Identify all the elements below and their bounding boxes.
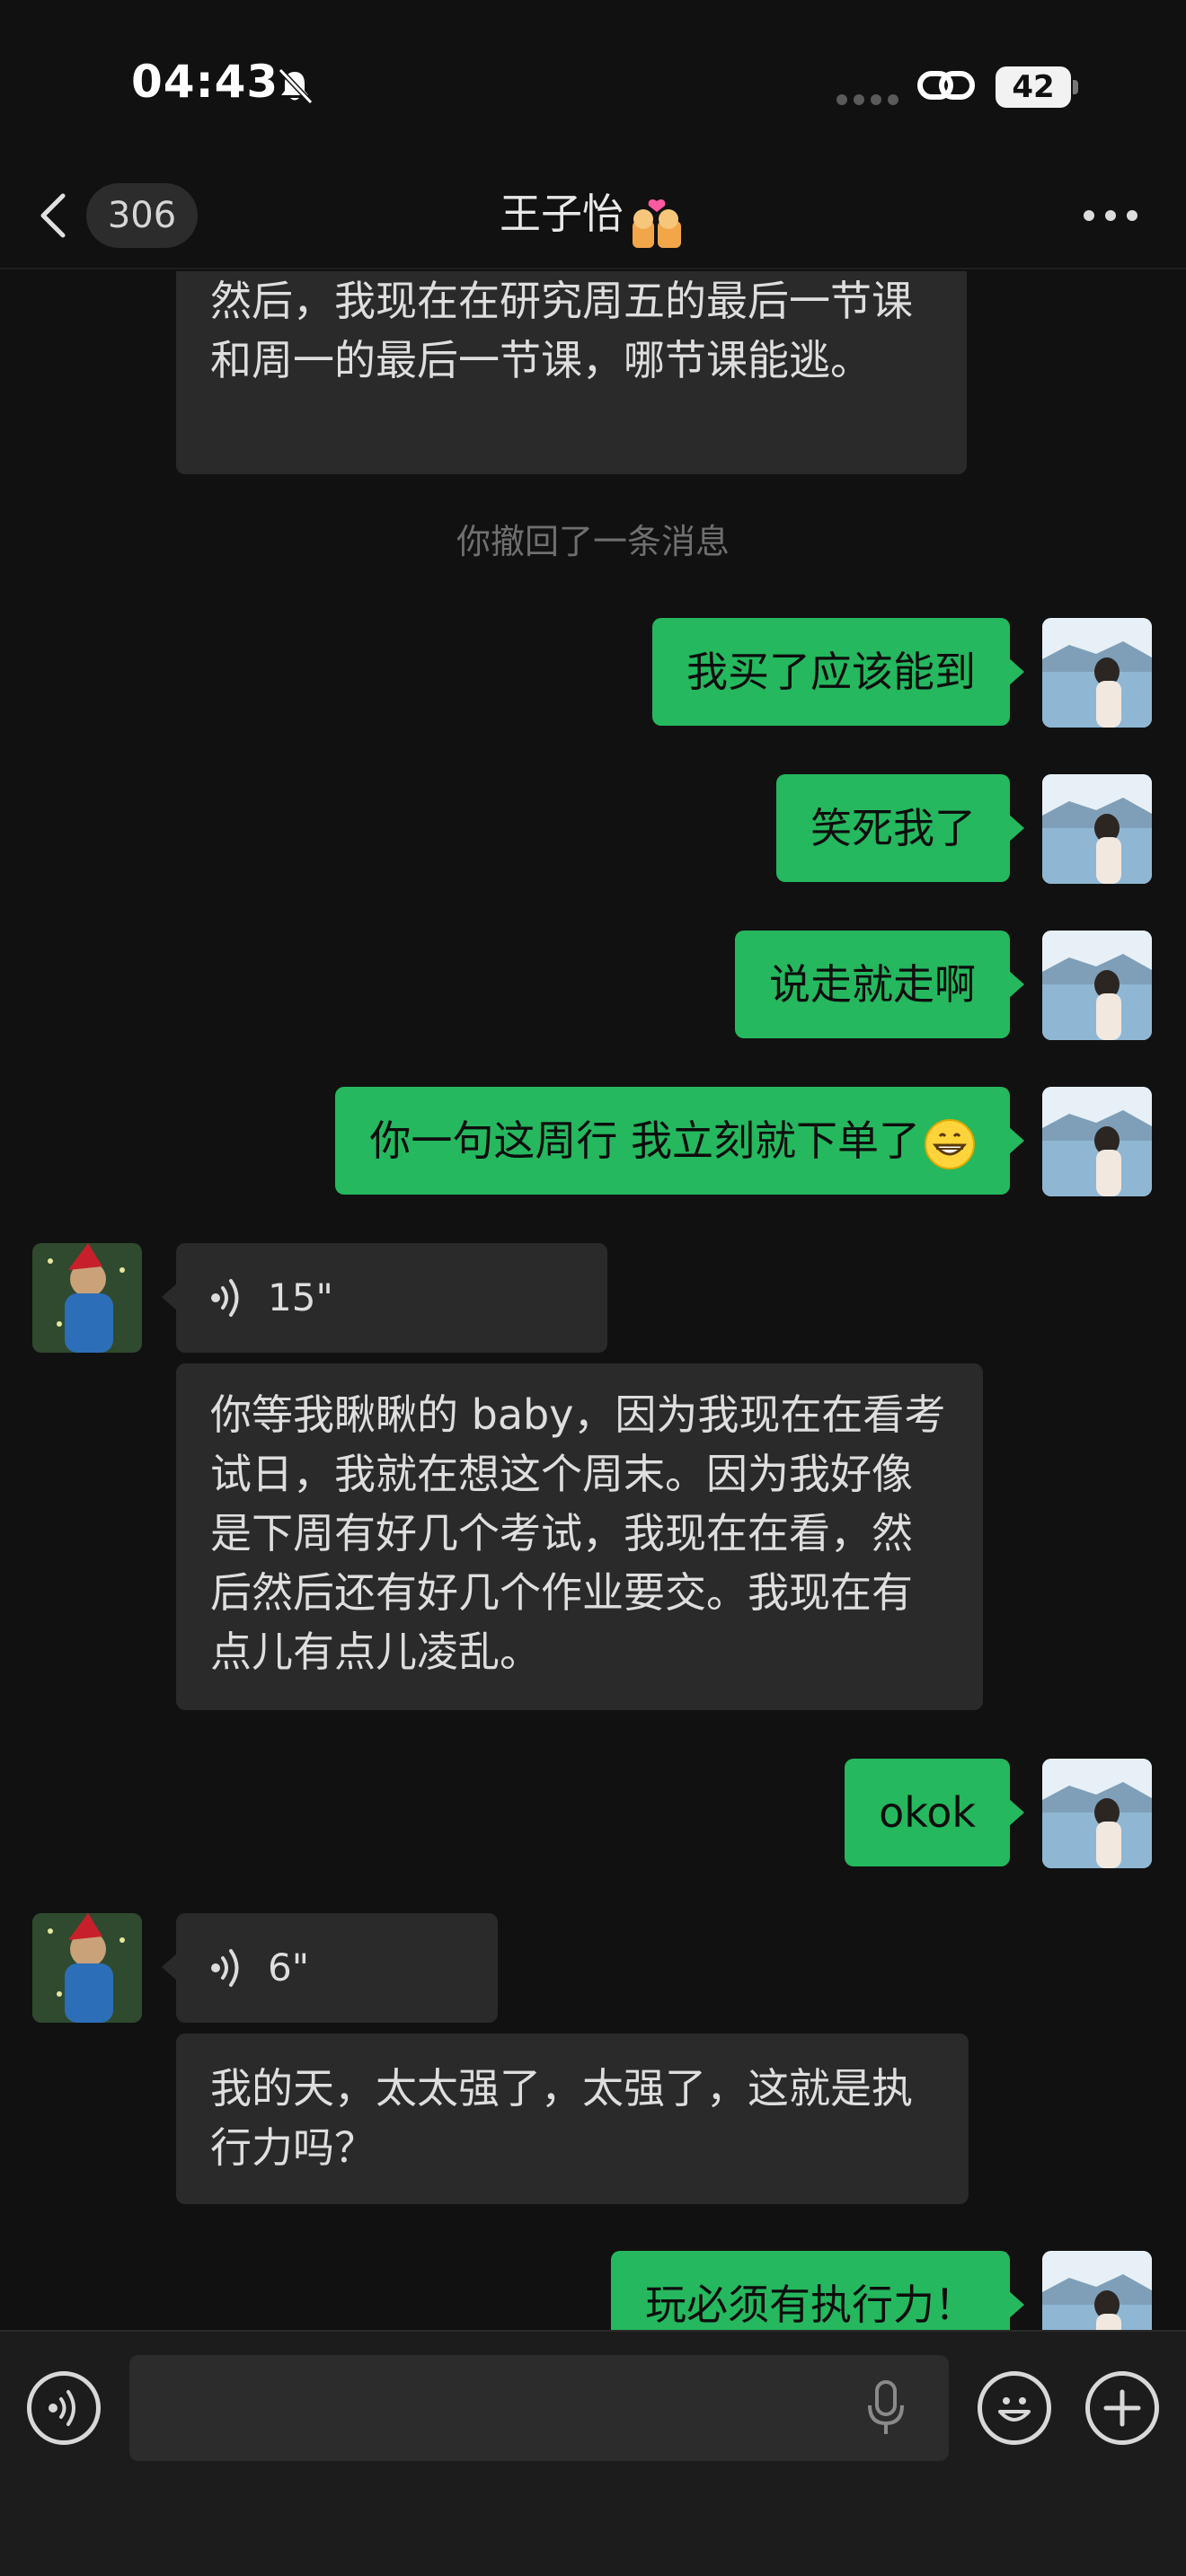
message-text: 你一句这周行 我立刻就下单了 <box>369 1116 920 1165</box>
voice-transcript-text[interactable]: 你等我瞅瞅的 baby，因为我现在在看考试日，我就在想这个周末。因为我好像是下周… <box>176 1363 983 1710</box>
status-bar: 04:43 42 <box>0 0 1186 162</box>
avatar-photo-image <box>1042 618 1152 728</box>
message-text: 我的天，太太强了，太强了，这就是执行力吗？ <box>210 2064 913 2172</box>
avatar-photo-image <box>1042 931 1152 1040</box>
my-avatar[interactable] <box>1042 931 1152 1040</box>
grinning-face-emoji-icon <box>925 1118 975 1169</box>
my-avatar[interactable] <box>1042 2251 1152 2330</box>
chat-title: 王子怡 <box>0 181 1186 251</box>
message-outgoing-text[interactable]: okok <box>845 1759 1024 1866</box>
avatar-photo-image <box>1042 1759 1152 1868</box>
input-bar <box>0 2330 1186 2576</box>
emoji-icon <box>998 2397 1031 2422</box>
message-outgoing-text[interactable]: 说走就走啊 <box>735 931 1024 1038</box>
message-text: 你等我瞅瞅的 baby，因为我现在在看考试日，我就在想这个周末。因为我好像是下周… <box>210 1390 946 1676</box>
status-time: 04:43 <box>131 56 279 108</box>
message-list[interactable]: 然后，我现在在研究周五的最后一节课和周一的最后一节课，哪节课能逃。 你撤回了一条… <box>0 271 1186 2330</box>
avatar-photo-image <box>1042 774 1152 884</box>
message-input[interactable] <box>129 2355 949 2461</box>
message-incoming-text[interactable]: 然后，我现在在研究周五的最后一节课和周一的最后一节课，哪节课能逃。 <box>176 271 967 474</box>
my-avatar[interactable] <box>1042 774 1152 884</box>
add-icon <box>1103 2389 1141 2427</box>
avatar-photo-image <box>1042 1087 1152 1196</box>
bell-muted-icon <box>278 67 314 105</box>
voice-duration: 15" <box>268 1275 333 1319</box>
couple-kiss-emoji-icon <box>633 198 681 248</box>
contact-avatar[interactable] <box>32 1913 142 2023</box>
battery-indicator: 42 <box>996 66 1078 108</box>
message-outgoing-text[interactable]: 玩必须有执行力！ <box>611 2251 1024 2330</box>
voice-mode-button[interactable] <box>27 2371 101 2445</box>
my-avatar[interactable] <box>1042 618 1152 728</box>
system-message-recalled: 你撤回了一条消息 <box>456 522 730 561</box>
message-text: okok <box>879 1788 976 1837</box>
message-text: 我买了应该能到 <box>686 648 976 696</box>
voice-mode-icon <box>49 2390 75 2426</box>
chat-header: 306 王子怡 <box>0 162 1186 269</box>
message-outgoing-text[interactable]: 笑死我了 <box>776 774 1024 882</box>
message-text: 说走就走啊 <box>769 960 976 1009</box>
avatar-photo-image <box>1042 2251 1152 2330</box>
message-text: 然后，我现在在研究周五的最后一节课和周一的最后一节课，哪节课能逃。 <box>210 277 913 384</box>
my-avatar[interactable] <box>1042 1759 1152 1868</box>
more-options-button[interactable] <box>1078 198 1143 234</box>
voice-duration: 6" <box>268 1945 310 1989</box>
voice-wave-icon <box>211 1279 239 1317</box>
message-text: 笑死我了 <box>810 804 976 852</box>
signal-dots-icon <box>836 94 898 105</box>
voice-wave-icon <box>211 1949 239 1987</box>
voice-message[interactable]: 15" <box>162 1243 607 1353</box>
message-outgoing-text[interactable]: 我买了应该能到 <box>652 618 1024 726</box>
message-outgoing-text[interactable]: 你一句这周行 我立刻就下单了 <box>335 1087 1024 1195</box>
contact-name: 王子怡 <box>500 190 624 238</box>
link-icon <box>917 71 975 100</box>
voice-transcript-text[interactable]: 我的天，太太强了，太强了，这就是执行力吗？ <box>176 2033 969 2204</box>
battery-level: 42 <box>1012 69 1055 105</box>
message-text: 玩必须有执行力！ <box>645 2280 976 2329</box>
emoji-button[interactable] <box>978 2371 1051 2445</box>
add-button[interactable] <box>1085 2371 1159 2445</box>
voice-message[interactable]: 6" <box>162 1913 498 2023</box>
contact-avatar[interactable] <box>32 1243 142 1353</box>
my-avatar[interactable] <box>1042 1087 1152 1196</box>
microphone-icon[interactable] <box>864 2378 907 2438</box>
avatar-photo-image <box>32 1243 142 1353</box>
avatar-photo-image <box>32 1913 142 2023</box>
